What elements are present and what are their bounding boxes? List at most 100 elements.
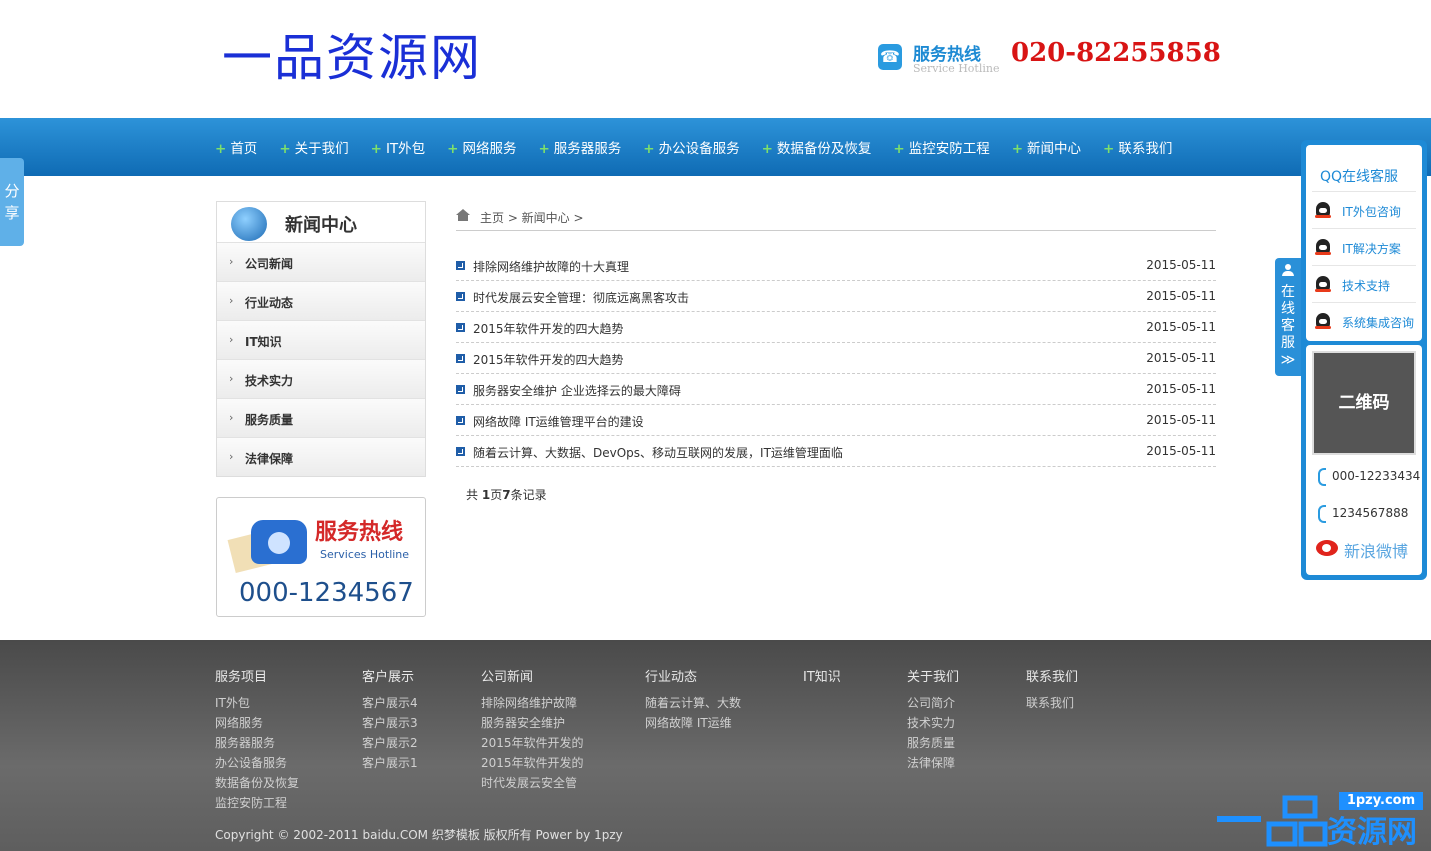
footer-link[interactable]: 服务器服务 <box>215 733 299 753</box>
list-item[interactable]: 随着云计算、大数据、DevOps、移动互联网的发展，IT运维管理面临 2015-0… <box>456 436 1216 467</box>
footer-link[interactable]: 2015年软件开发的 <box>481 753 584 773</box>
bullet-icon <box>456 416 465 425</box>
sidebar-item-service-quality[interactable]: › 服务质量 <box>217 398 425 437</box>
hotline-label-en: Service Hotline <box>913 62 1000 75</box>
qq-item-integration[interactable]: 系统集成咨询 <box>1312 302 1416 339</box>
main-content: 主页 > 新闻中心 > 排除网络维护故障的十大真理 2015-05-11 时代发展… <box>456 201 1216 503</box>
list-item[interactable]: 网络故障 IT运维管理平台的建设 2015-05-11 <box>456 405 1216 436</box>
copyright: Copyright © 2002-2011 baidu.COM 织梦模板 版权所… <box>215 828 623 842</box>
plus-icon: + <box>370 141 382 157</box>
news-list: 排除网络维护故障的十大真理 2015-05-11 时代发展云安全管理：彻底远离黑客… <box>456 250 1216 467</box>
footer-link[interactable]: 数据备份及恢复 <box>215 773 299 793</box>
footer-col-about: 关于我们 公司简介 技术实力 服务质量 法律保障 <box>907 666 959 773</box>
plus-icon: + <box>761 141 773 157</box>
sidebar: 新闻中心 › 公司新闻 › 行业动态 › IT知识 › 技术实力 › 服务质量 › 法律保障… <box>216 201 426 617</box>
news-category-box: 新闻中心 › 公司新闻 › 行业动态 › IT知识 › 技术实力 › 服务质量 › 法律保障 <box>216 201 426 477</box>
sidebar-item-legal[interactable]: › 法律保障 <box>217 437 425 476</box>
chevron-right-icon: › <box>229 255 234 268</box>
list-item[interactable]: 服务器安全维护 企业选择云的最大障碍 2015-05-11 <box>456 374 1216 405</box>
home-icon <box>456 209 470 221</box>
qrcode-image: 二维码 <box>1312 351 1416 455</box>
weibo-link[interactable]: 新浪微博 <box>1314 535 1418 561</box>
qq-item-tech-support[interactable]: 技术支持 <box>1312 265 1416 302</box>
weibo-icon <box>1316 540 1338 556</box>
footer-link[interactable]: 技术实力 <box>907 713 959 733</box>
nav-item-office-equipment[interactable]: + 办公设备服务 <box>643 137 739 157</box>
plus-icon: + <box>893 141 905 157</box>
qq-service-box: QQ在线客服 IT外包咨询 IT解决方案 技术支持 系统集成咨询 <box>1306 145 1422 341</box>
hotline-number: 020-82255858 <box>1011 38 1221 68</box>
nav-item-network[interactable]: + 网络服务 <box>447 137 516 157</box>
hotline-card-number: 000-1234567 <box>239 578 414 608</box>
footer-link[interactable]: 联系我们 <box>1026 693 1078 713</box>
footer-col-company-news: 公司新闻 排除网络维护故障 服务器安全维护 2015年软件开发的 2015年软件… <box>481 666 584 793</box>
bullet-icon <box>456 447 465 456</box>
nav-item-it-outsourcing[interactable]: + IT外包 <box>371 137 426 157</box>
sidebar-item-tech-strength[interactable]: › 技术实力 <box>217 359 425 398</box>
plus-icon: + <box>1011 141 1024 157</box>
breadcrumb: 主页 > 新闻中心 > <box>456 201 1216 231</box>
footer-link[interactable]: 时代发展云安全管 <box>481 773 584 793</box>
footer-link[interactable]: 排除网络维护故障 <box>481 693 584 713</box>
footer-link[interactable]: 服务质量 <box>907 733 959 753</box>
service-phone-1: 000-12233434 <box>1314 462 1420 492</box>
bullet-icon <box>456 292 465 301</box>
nav-item-backup[interactable]: + 数据备份及恢复 <box>762 137 872 157</box>
online-service-label: 在线客服 <box>1281 284 1295 351</box>
footer-link[interactable]: 随着云计算、大数 <box>645 693 741 713</box>
hotline-card-title: 服务热线 <box>315 520 404 545</box>
plus-icon: + <box>279 141 291 157</box>
nav-item-about[interactable]: + 关于我们 <box>279 137 348 157</box>
sidebar-item-it-knowledge[interactable]: › IT知识 <box>217 320 425 359</box>
footer-col-contact: 联系我们 联系我们 <box>1026 666 1078 713</box>
footer-link[interactable]: 办公设备服务 <box>215 753 299 773</box>
hotline-card: 服务热线 Services Hotline 000-1234567 <box>216 497 426 617</box>
plus-icon: + <box>643 141 655 157</box>
list-item[interactable]: 2015年软件开发的四大趋势 2015-05-11 <box>456 312 1216 343</box>
list-item[interactable]: 时代发展云安全管理：彻底远离黑客攻击 2015-05-11 <box>456 281 1216 312</box>
share-tab[interactable]: 分享 <box>0 158 24 246</box>
online-service-panel: QQ在线客服 IT外包咨询 IT解决方案 技术支持 系统集成咨询 二维码 000… <box>1301 140 1427 580</box>
qq-service-title: QQ在线客服 <box>1320 169 1399 185</box>
bullet-icon <box>456 261 465 270</box>
footer-link[interactable]: 监控安防工程 <box>215 793 299 813</box>
footer-link[interactable]: 公司简介 <box>907 693 959 713</box>
nav-item-server[interactable]: + 服务器服务 <box>538 137 621 157</box>
footer-link[interactable]: IT外包 <box>215 693 299 713</box>
plus-icon: + <box>538 141 550 157</box>
people-icon <box>1282 264 1295 276</box>
nav-item-home[interactable]: + 首页 <box>215 137 257 157</box>
footer-link[interactable]: 法律保障 <box>907 753 959 773</box>
header: 一品资源网 ☎ 服务热线 Service Hotline 020-8225585… <box>0 0 1431 118</box>
qq-item-it-solution[interactable]: IT解决方案 <box>1312 228 1416 265</box>
footer-link[interactable]: 客户展示1 <box>362 753 418 773</box>
footer-link[interactable]: 服务器安全维护 <box>481 713 584 733</box>
footer-link[interactable]: 网络服务 <box>215 713 299 733</box>
site-logo[interactable]: 一品资源网 <box>222 26 482 90</box>
footer-link[interactable]: 客户展示4 <box>362 693 418 713</box>
plus-icon: + <box>447 141 459 157</box>
footer-link[interactable]: 网络故障 IT运维 <box>645 713 741 733</box>
phone-icon <box>1318 468 1326 486</box>
qq-item-it-outsourcing[interactable]: IT外包咨询 <box>1312 191 1416 228</box>
footer-link[interactable]: 2015年软件开发的 <box>481 733 584 753</box>
footer-link[interactable]: 客户展示2 <box>362 733 418 753</box>
qq-penguin-icon <box>1315 313 1331 329</box>
phone-icon <box>1318 505 1326 523</box>
nav-item-security[interactable]: + 监控安防工程 <box>893 137 989 157</box>
pagination-info: 共 1页7条记录 <box>466 488 547 502</box>
service-phone-2: 1234567888 <box>1314 499 1418 529</box>
chevron-right-icon: › <box>229 294 234 307</box>
footer-link[interactable]: 客户展示3 <box>362 713 418 733</box>
online-service-tab[interactable]: 在线客服 ≫ <box>1275 258 1301 376</box>
footer-col-industry: 行业动态 随着云计算、大数 网络故障 IT运维 <box>645 666 741 733</box>
bullet-icon <box>456 354 465 363</box>
list-item[interactable]: 2015年软件开发的四大趋势 2015-05-11 <box>456 343 1216 374</box>
sidebar-item-industry[interactable]: › 行业动态 <box>217 281 425 320</box>
breadcrumb-text[interactable]: 主页 > 新闻中心 > <box>480 209 584 226</box>
nav-item-news[interactable]: + 新闻中心 <box>1012 137 1081 157</box>
sidebar-item-company-news[interactable]: › 公司新闻 <box>217 242 425 281</box>
contact-box: 二维码 000-12233434 1234567888 新浪微博 <box>1306 345 1422 575</box>
list-item[interactable]: 排除网络维护故障的十大真理 2015-05-11 <box>456 250 1216 281</box>
nav-item-contact[interactable]: + 联系我们 <box>1103 137 1172 157</box>
